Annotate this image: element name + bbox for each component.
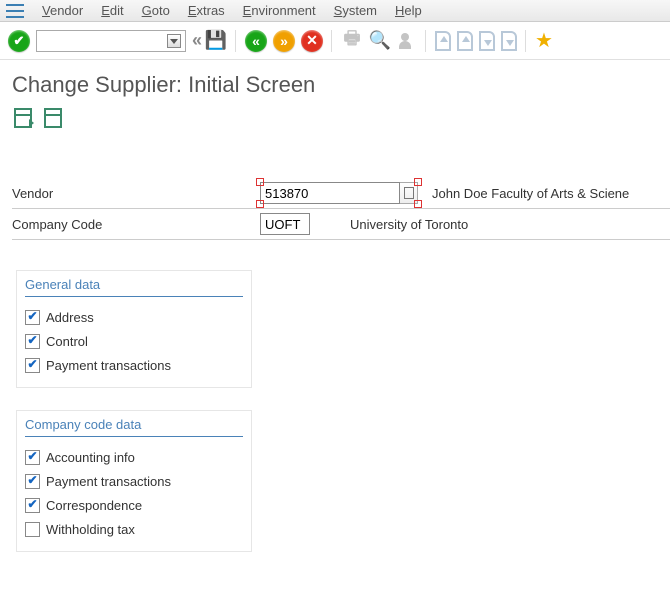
save-icon[interactable]: 💾 [205, 30, 227, 52]
app-menu-icon[interactable] [6, 4, 24, 18]
vendor-input-wrapper [260, 182, 418, 204]
row-divider [12, 239, 670, 240]
last-page-icon[interactable] [501, 31, 517, 51]
general-data-heading: General data [25, 275, 243, 296]
command-field-dropdown-icon[interactable] [167, 34, 181, 48]
toolbar-separator [425, 30, 427, 52]
print-icon[interactable]: 🖶 [341, 30, 363, 52]
toolbar-separator [331, 30, 333, 52]
company-code-row: Company Code University of Toronto [12, 211, 670, 237]
menu-vendor[interactable]: Vendor [42, 3, 83, 18]
menu-goto[interactable]: Goto [142, 3, 170, 18]
vendor-input[interactable] [260, 182, 400, 204]
correspondence-checkbox-label: Correspondence [46, 498, 142, 513]
find-next-icon[interactable] [397, 31, 417, 51]
address-checkbox-label: Address [46, 310, 94, 325]
selection-handle [256, 178, 264, 186]
menu-system[interactable]: System [334, 3, 377, 18]
accounting-info-checkbox-row: ✔ Accounting info [25, 445, 243, 469]
vendor-label: Vendor [12, 186, 260, 201]
payment-trans-checkbox-label: Payment transactions [46, 358, 171, 373]
accounting-info-checkbox-label: Accounting info [46, 450, 135, 465]
next-page-icon[interactable] [479, 31, 495, 51]
withholding-tax-checkbox-row: Withholding tax [25, 517, 243, 541]
menu-edit[interactable]: Edit [101, 3, 123, 18]
vendor-description: John Doe Faculty of Arts & Sciene [432, 186, 629, 201]
control-checkbox-row: ✔ Control [25, 329, 243, 353]
selection-handle [414, 178, 422, 186]
menu-bar: Vendor Edit Goto Extras Environment Syst… [0, 0, 670, 22]
group-divider [25, 296, 243, 297]
company-code-data-heading: Company code data [25, 415, 243, 436]
enter-button[interactable]: ✔ [8, 30, 30, 52]
application-toolbar [0, 104, 670, 132]
vendor-row: Vendor John Doe Faculty of Arts & Sciene [12, 180, 670, 206]
execute-icon[interactable] [14, 108, 32, 128]
cc-payment-trans-checkbox-row: ✔ Payment transactions [25, 469, 243, 493]
payment-trans-checkbox[interactable]: ✔ [25, 358, 40, 373]
toolbar-separator [235, 30, 237, 52]
company-code-description: University of Toronto [350, 217, 468, 232]
command-field[interactable] [36, 30, 186, 52]
search-help-icon [404, 187, 414, 199]
menu-environment[interactable]: Environment [243, 3, 316, 18]
withholding-tax-checkbox-label: Withholding tax [46, 522, 135, 537]
cancel-button[interactable]: ✕ [301, 30, 323, 52]
selection-handle [256, 200, 264, 208]
control-checkbox[interactable]: ✔ [25, 334, 40, 349]
company-code-label: Company Code [12, 217, 260, 232]
back-history-icon[interactable]: « [192, 30, 199, 51]
group-divider [25, 436, 243, 437]
company-code-input[interactable] [260, 213, 310, 235]
address-checkbox[interactable]: ✔ [25, 310, 40, 325]
payment-trans-checkbox-row: ✔ Payment transactions [25, 353, 243, 377]
exit-button[interactable]: » [273, 30, 295, 52]
toolbar-separator [525, 30, 527, 52]
favorites-icon[interactable]: ★ [535, 28, 553, 53]
previous-page-icon[interactable] [457, 31, 473, 51]
withholding-tax-checkbox[interactable] [25, 522, 40, 537]
company-code-data-group: Company code data ✔ Accounting info ✔ Pa… [16, 410, 252, 552]
general-data-group: General data ✔ Address ✔ Control ✔ Payme… [16, 270, 252, 388]
accounting-info-checkbox[interactable]: ✔ [25, 450, 40, 465]
row-divider [12, 208, 670, 209]
first-page-icon[interactable] [435, 31, 451, 51]
address-checkbox-row: ✔ Address [25, 305, 243, 329]
find-icon[interactable]: 🔍 [369, 30, 391, 52]
control-checkbox-label: Control [46, 334, 88, 349]
page-title: Change Supplier: Initial Screen [0, 60, 670, 104]
selection-handle [414, 200, 422, 208]
selection-form: Vendor John Doe Faculty of Arts & Sciene… [0, 132, 670, 552]
back-button[interactable]: « [245, 30, 267, 52]
overview-icon[interactable] [44, 108, 62, 128]
company-code-input-wrapper [260, 213, 310, 235]
correspondence-checkbox[interactable]: ✔ [25, 498, 40, 513]
menu-help[interactable]: Help [395, 3, 422, 18]
correspondence-checkbox-row: ✔ Correspondence [25, 493, 243, 517]
menu-extras[interactable]: Extras [188, 3, 225, 18]
system-toolbar: ✔ « 💾 « » ✕ 🖶 🔍 ★ [0, 22, 670, 60]
cc-payment-trans-checkbox[interactable]: ✔ [25, 474, 40, 489]
cc-payment-trans-checkbox-label: Payment transactions [46, 474, 171, 489]
